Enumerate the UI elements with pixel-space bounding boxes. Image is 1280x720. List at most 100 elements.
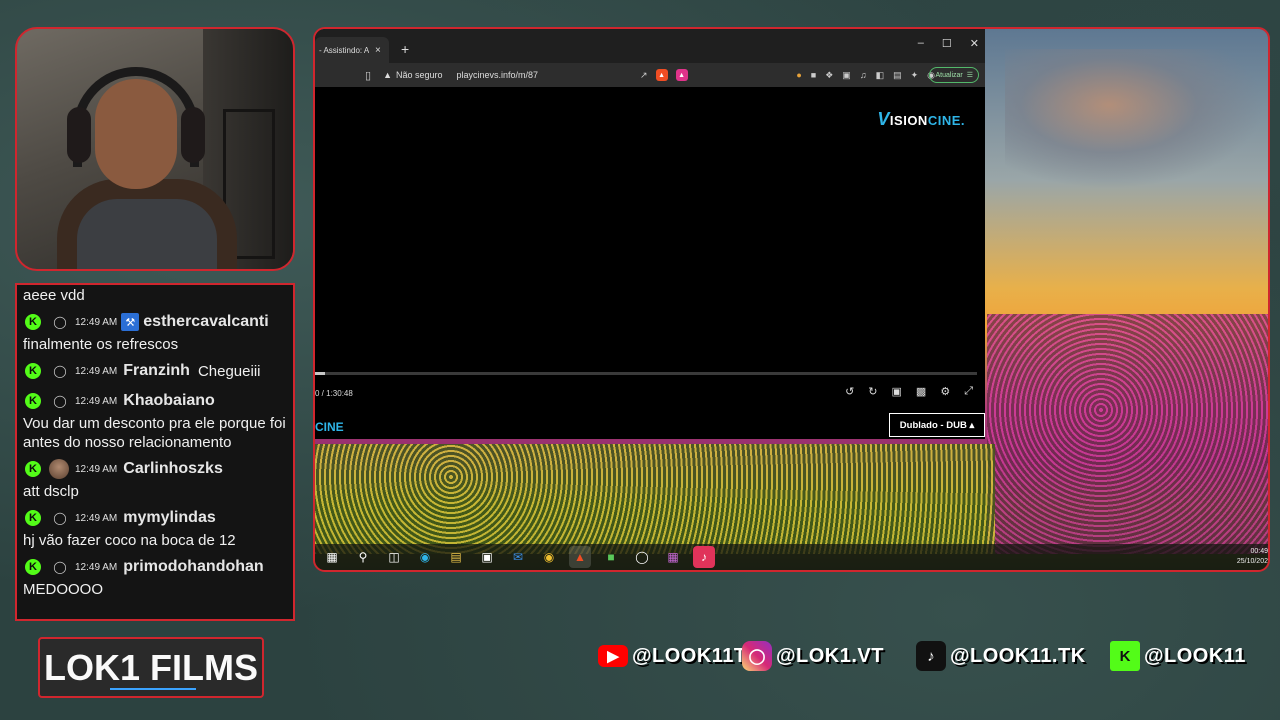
music-icon[interactable]: ♫ — [860, 70, 867, 80]
chat-username[interactable]: mymylindas — [123, 509, 215, 527]
visioncine-logo: VISIONCINE. — [877, 109, 965, 130]
brave-shield-icon[interactable]: ▲ — [655, 69, 668, 81]
chat-username[interactable]: Carlinhoszks — [123, 460, 223, 478]
stream-chat[interactable]: aeee vdd K ◯ 12:49 AM ⚒ esthercavalcanti… — [15, 283, 295, 621]
chat-message-text: Vou dar um desconto pra ele porque foi a… — [23, 415, 286, 451]
puzzle-icon[interactable]: ❖ — [825, 70, 833, 81]
wallet-icon[interactable]: ▤ — [893, 70, 902, 81]
chat-message-header: K 12:49 AM Carlinhoszks — [23, 456, 287, 482]
chat-username[interactable]: primodohandohan — [123, 558, 263, 576]
clock-date: 25/10/202 — [1236, 558, 1268, 565]
pip-icon[interactable]: ▣ — [892, 385, 902, 398]
windows-start-icon[interactable]: ▦ — [321, 546, 343, 568]
leo-icon[interactable]: ✦ — [911, 70, 919, 81]
screenshot-icon[interactable]: ▣ — [842, 70, 851, 81]
hammer-icon: ⚒ — [121, 313, 140, 331]
new-tab-button[interactable]: + — [401, 41, 409, 57]
update-button[interactable]: Atualizar ☰ — [929, 67, 979, 83]
address-bar[interactable]: ▯ ▲ Não seguro playcinevs.info/m/87 ↗ ▲ … — [315, 63, 985, 87]
kick-icon: K — [25, 510, 41, 526]
chat-username[interactable]: Franzinh — [123, 362, 190, 380]
fullscreen-icon[interactable]: ⤢ — [964, 385, 973, 398]
tab-assistindo[interactable]: - Assistindo: A C × — [315, 37, 389, 63]
audio-track-select[interactable]: Dubladо - DUB ▴ — [889, 413, 985, 437]
progress-bar[interactable] — [315, 372, 977, 375]
chat-message-text: hj vão fazer coco na boca de 12 — [23, 532, 236, 549]
user-icon: ◯ — [53, 560, 67, 574]
social-youtube: ▶ @LOOK11TV — [598, 640, 760, 672]
time-display: 0 / 1:30:48 — [315, 389, 353, 398]
update-label: Atualizar — [935, 71, 963, 79]
address-actions: ↗ ▲ ▲ — [640, 69, 688, 81]
taskbar: ▦ ⚲ ◫ ◉ ▤ ▣ ✉ ◉ ▲ ■ ◯ ▦ ♪ 00:49 25/10/20… — [315, 544, 1268, 570]
logo-ision: ISION — [889, 113, 928, 128]
user-icon: ◯ — [53, 394, 67, 408]
share-icon[interactable]: ↗ — [640, 70, 648, 81]
logo-cine: CINE. — [927, 113, 965, 128]
chat-timestamp: 12:49 AM — [75, 463, 118, 475]
kick-icon: K — [25, 559, 41, 575]
edge-icon[interactable]: ◉ — [414, 546, 436, 568]
maximize-button[interactable]: ☐ — [942, 37, 952, 50]
brave-rewards-icon[interactable]: ▲ — [675, 69, 688, 81]
extension-icon[interactable]: ■ — [811, 70, 816, 80]
minecraft-icon[interactable]: ■ — [600, 546, 622, 568]
extensions-bar: ● ■ ❖ ▣ ♫ ◧ ▤ ✦ ◉ — [796, 70, 935, 81]
window-controls: – ☐ ✕ — [918, 37, 979, 50]
chat-message-header: K ◯ 12:49 AM ⚒ esthercavalcanti — [23, 309, 287, 335]
bookmark-icon[interactable]: ▯ — [365, 69, 371, 82]
chat-timestamp: 12:49 AM — [75, 561, 118, 573]
extension-icon[interactable]: ● — [796, 70, 801, 80]
chat-message-text: Chegueiii — [197, 362, 261, 380]
chat-message-text: finalmente os refrescos — [23, 336, 179, 353]
logo-underline — [110, 688, 196, 690]
chat-message-header: K ◯ 12:49 AM Khaobaiano — [23, 388, 287, 414]
sidebar-icon[interactable]: ◧ — [876, 70, 885, 81]
headphone-cup-right — [181, 107, 205, 163]
kick-icon: K — [25, 314, 41, 330]
tiktok-icon: ♪ — [916, 641, 946, 671]
url-text[interactable]: playcinevs.info/m/87 — [457, 70, 539, 80]
clock-time: 00:49 — [1250, 548, 1268, 555]
chrome-icon[interactable]: ◉ — [538, 546, 560, 568]
minimize-button[interactable]: – — [918, 37, 924, 50]
search-icon[interactable]: ⚲ — [352, 546, 374, 568]
social-kick: K @LOOK11 — [1110, 640, 1246, 672]
video-player[interactable]: VISIONCINE. 0 / 1:30:48 ↺ ↻ ▣ ▩ ⚙ ⤢ CINE… — [315, 87, 985, 437]
store-icon[interactable]: ▣ — [476, 546, 498, 568]
chat-username[interactable]: Khaobaiano — [123, 392, 215, 410]
forward-icon[interactable]: ↻ — [868, 385, 877, 398]
folder-icon[interactable]: ▤ — [445, 546, 467, 568]
close-window-button[interactable]: ✕ — [970, 37, 979, 50]
chat-timestamp: 12:49 AM — [75, 512, 118, 524]
user-icon: ◯ — [53, 315, 67, 329]
chat-timestamp: 12:49 AM — [75, 365, 118, 377]
social-tiktok: ♪ @LOOK11.TK — [916, 640, 1086, 672]
desktop-capture: - Assistindo: A C × + – ☐ ✕ ▯ ▲ Não segu… — [313, 27, 1270, 572]
kick-icon: K — [1110, 641, 1140, 671]
channel-logo-text: LOK1 FILMS — [44, 646, 258, 688]
rewind-icon[interactable]: ↺ — [845, 385, 854, 398]
wallpaper-pink-flowers — [987, 314, 1268, 554]
taskbar-clock[interactable]: 00:49 25/10/202 — [1237, 547, 1268, 567]
social-instagram: ◯ @LOK1.VT — [742, 640, 884, 672]
obs-icon[interactable]: ◯ — [631, 546, 653, 568]
captions-icon[interactable]: ▩ — [916, 385, 926, 398]
chat-username[interactable]: esthercavalcanti — [143, 313, 268, 331]
tiktok-live-icon[interactable]: ♪ — [693, 546, 715, 568]
settings-icon[interactable]: ⚙ — [940, 385, 950, 398]
security-indicator[interactable]: ▲ Não seguro — [383, 70, 442, 80]
chat-timestamp: 12:49 AM — [75, 395, 118, 407]
task-view-icon[interactable]: ◫ — [383, 546, 405, 568]
social-handle: @LOOK11 — [1144, 644, 1246, 667]
cine-label: CINE — [315, 420, 344, 434]
tab-title: - Assistindo: A C — [319, 45, 369, 55]
player-controls: ↺ ↻ ▣ ▩ ⚙ ⤢ — [845, 385, 973, 398]
mail-icon[interactable]: ✉ — [507, 546, 529, 568]
kick-icon: K — [25, 363, 41, 379]
close-icon[interactable]: × — [375, 45, 381, 56]
browser-window[interactable]: - Assistindo: A C × + – ☐ ✕ ▯ ▲ Não segu… — [315, 29, 985, 439]
app-icon[interactable]: ▦ — [662, 546, 684, 568]
brave-icon[interactable]: ▲ — [569, 546, 591, 568]
wallpaper-clouds — [1005, 49, 1265, 189]
